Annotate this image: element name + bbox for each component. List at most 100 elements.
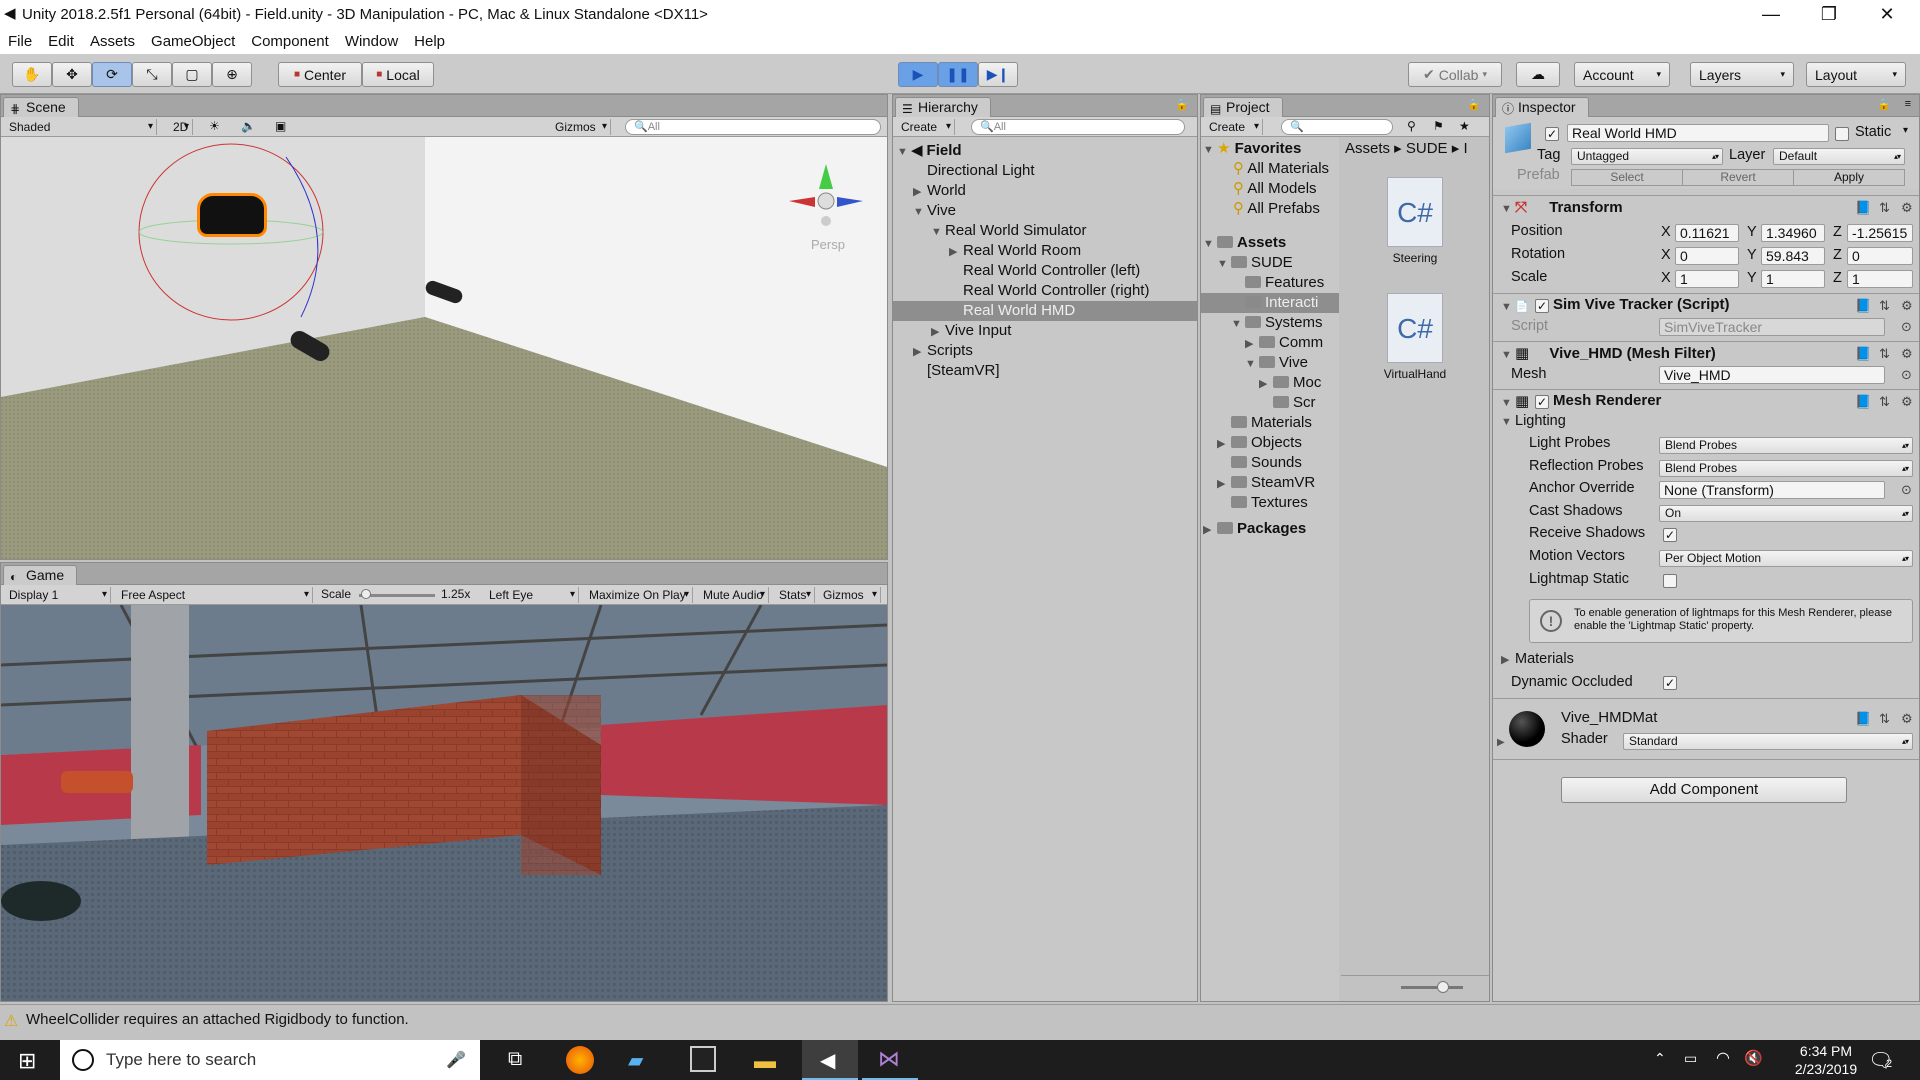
layer-dropdown[interactable]: Default: [1773, 148, 1905, 165]
file-name-steering[interactable]: Steering: [1341, 251, 1489, 265]
hierarchy-item[interactable]: Real World Controller (right): [893, 281, 1197, 301]
status-message[interactable]: WheelCollider requires an attached Rigid…: [26, 1011, 409, 1028]
expand-arrow-icon[interactable]: ▶: [1217, 474, 1231, 494]
show-hidden-icons[interactable]: ⌃: [1654, 1050, 1666, 1067]
gear-icon[interactable]: ⚙: [1901, 394, 1913, 410]
rotation-x-field[interactable]: 0: [1675, 247, 1739, 265]
add-component-button[interactable]: Add Component: [1561, 777, 1847, 803]
cloud-button[interactable]: ☁: [1516, 62, 1560, 87]
aspect-dropdown[interactable]: Free Aspect: [113, 587, 313, 603]
hierarchy-search-input[interactable]: 🔍All: [971, 119, 1185, 135]
pause-button[interactable]: ❚❚: [938, 62, 978, 87]
rotation-y-field[interactable]: 59.843: [1761, 247, 1825, 265]
transform-tool-button[interactable]: ⊕: [212, 62, 252, 87]
scene-gizmos-dropdown[interactable]: Gizmos: [547, 119, 611, 135]
play-button[interactable]: ▶: [898, 62, 938, 87]
hierarchy-item[interactable]: ▶ Vive Input: [893, 321, 1197, 341]
renderer-field-checkbox[interactable]: ✓: [1663, 528, 1677, 543]
project-search-input[interactable]: 🔍: [1281, 119, 1393, 135]
position-x-field[interactable]: 0.11621: [1675, 224, 1739, 242]
packages-item[interactable]: ▶ Packages: [1203, 519, 1306, 539]
help-book-icon[interactable]: 📘: [1855, 298, 1871, 314]
expand-arrow-icon[interactable]: ▶: [1245, 334, 1259, 354]
firefox-icon[interactable]: [566, 1046, 594, 1074]
tag-dropdown[interactable]: Untagged: [1571, 148, 1723, 165]
game-gizmos-dropdown[interactable]: Gizmos: [815, 587, 881, 603]
hierarchy-item[interactable]: ▶ World: [893, 181, 1197, 201]
material-preview-sphere[interactable]: [1509, 711, 1545, 747]
static-checkbox[interactable]: [1835, 127, 1849, 141]
hierarchy-item[interactable]: ▶ Real World Room: [893, 241, 1197, 261]
chevron-down-icon[interactable]: ▾: [1903, 125, 1908, 136]
expand-arrow-icon[interactable]: ▼: [931, 222, 945, 242]
tab-project[interactable]: ▤ Project: [1203, 97, 1283, 117]
project-folder-item[interactable]: Materials: [1201, 413, 1339, 433]
tab-scene[interactable]: ⋕ Scene: [3, 97, 79, 117]
lock-icon[interactable]: 🔒: [1175, 98, 1189, 111]
file-explorer-icon[interactable]: ▬: [754, 1048, 776, 1074]
menu-component[interactable]: Component: [243, 29, 337, 54]
rotation-z-field[interactable]: 0: [1847, 247, 1913, 265]
battery-icon[interactable]: ▭: [1684, 1050, 1697, 1067]
2d-toggle[interactable]: 2D: [165, 119, 193, 135]
favorite-all-materials[interactable]: ⚲ All Materials: [1233, 159, 1329, 179]
renderer-field-object[interactable]: None (Transform): [1659, 481, 1885, 500]
rect-tool-button[interactable]: ▢: [172, 62, 212, 87]
expand-arrow-icon[interactable]: ▶: [1497, 737, 1505, 748]
renderer-field-checkbox[interactable]: [1663, 573, 1677, 588]
breadcrumb-current[interactable]: I: [1463, 140, 1467, 157]
project-folder-item[interactable]: ▶ Objects: [1201, 433, 1339, 453]
volume-icon[interactable]: 🔇: [1744, 1049, 1763, 1067]
preset-icon[interactable]: ⇅: [1879, 346, 1890, 362]
object-name-field[interactable]: Real World HMD: [1567, 124, 1829, 142]
lock-icon[interactable]: 🔒: [1877, 98, 1891, 111]
project-folder-item[interactable]: ▶ Comm: [1201, 333, 1339, 353]
scene-orientation-gizmo[interactable]: [781, 159, 871, 239]
expand-arrow-icon[interactable]: ▼: [1245, 354, 1259, 374]
project-folder-item[interactable]: ▼ Vive: [1201, 353, 1339, 373]
persp-label[interactable]: Persp: [811, 237, 845, 252]
eye-dropdown[interactable]: Left Eye: [481, 587, 579, 603]
rotate-tool-button[interactable]: ⟳: [92, 62, 132, 87]
prefab-revert-button[interactable]: Revert: [1683, 170, 1794, 185]
renderer-field-dropdown[interactable]: On: [1659, 504, 1913, 522]
shader-dropdown[interactable]: Standard: [1623, 733, 1913, 750]
tab-inspector[interactable]: ⓘ Inspector: [1495, 97, 1589, 117]
menu-help[interactable]: Help: [406, 29, 453, 54]
prefab-apply-button[interactable]: Apply: [1794, 170, 1904, 185]
maximize-button[interactable]: ❐: [1800, 0, 1858, 29]
csharp-file-icon[interactable]: C#: [1387, 177, 1443, 247]
project-folder-item[interactable]: Features: [1201, 273, 1339, 293]
favorites-item[interactable]: ▼ ★ Favorites: [1203, 139, 1301, 159]
project-folder-item[interactable]: ▼ Systems: [1201, 313, 1339, 333]
collab-dropdown[interactable]: ✔ Collab ▾: [1408, 62, 1502, 87]
project-folder-item[interactable]: Sounds: [1201, 453, 1339, 473]
position-y-field[interactable]: 1.34960: [1761, 224, 1825, 242]
close-button[interactable]: ✕: [1858, 0, 1916, 29]
game-view[interactable]: [1, 605, 887, 1001]
preset-icon[interactable]: ⇅: [1879, 711, 1890, 727]
visual-studio-taskbar-button[interactable]: ⋈: [862, 1040, 918, 1080]
scale-slider-thumb[interactable]: [361, 589, 371, 599]
shading-mode-dropdown[interactable]: Shaded: [1, 119, 157, 135]
help-book-icon[interactable]: 📘: [1855, 711, 1871, 727]
help-book-icon[interactable]: 📘: [1855, 346, 1871, 362]
menu-assets[interactable]: Assets: [82, 29, 143, 54]
account-dropdown[interactable]: Account ▾: [1574, 62, 1670, 87]
renderer-field-dropdown[interactable]: Blend Probes: [1659, 437, 1913, 454]
project-folder-item[interactable]: Interacti: [1201, 293, 1339, 313]
favorite-all-prefabs[interactable]: ⚲ All Prefabs: [1233, 199, 1320, 219]
object-picker-icon[interactable]: ⊙: [1901, 367, 1912, 383]
audio-icon[interactable]: 🔈: [241, 119, 256, 133]
preset-icon[interactable]: ⇅: [1879, 200, 1890, 216]
panel-menu-icon[interactable]: ≡: [1905, 98, 1911, 110]
hierarchy-create-dropdown[interactable]: Create: [893, 119, 955, 135]
preset-icon[interactable]: ⇅: [1879, 394, 1890, 410]
expand-arrow-icon[interactable]: ▶: [913, 182, 927, 202]
lighting-icon[interactable]: ☀: [209, 119, 220, 133]
prefab-select-button[interactable]: Select: [1572, 170, 1683, 185]
mute-audio-toggle[interactable]: Mute Audio: [695, 587, 769, 603]
project-folder-item[interactable]: ▶ SteamVR: [1201, 473, 1339, 493]
zoom-slider[interactable]: [1401, 986, 1463, 989]
hmd-object[interactable]: [197, 193, 267, 237]
